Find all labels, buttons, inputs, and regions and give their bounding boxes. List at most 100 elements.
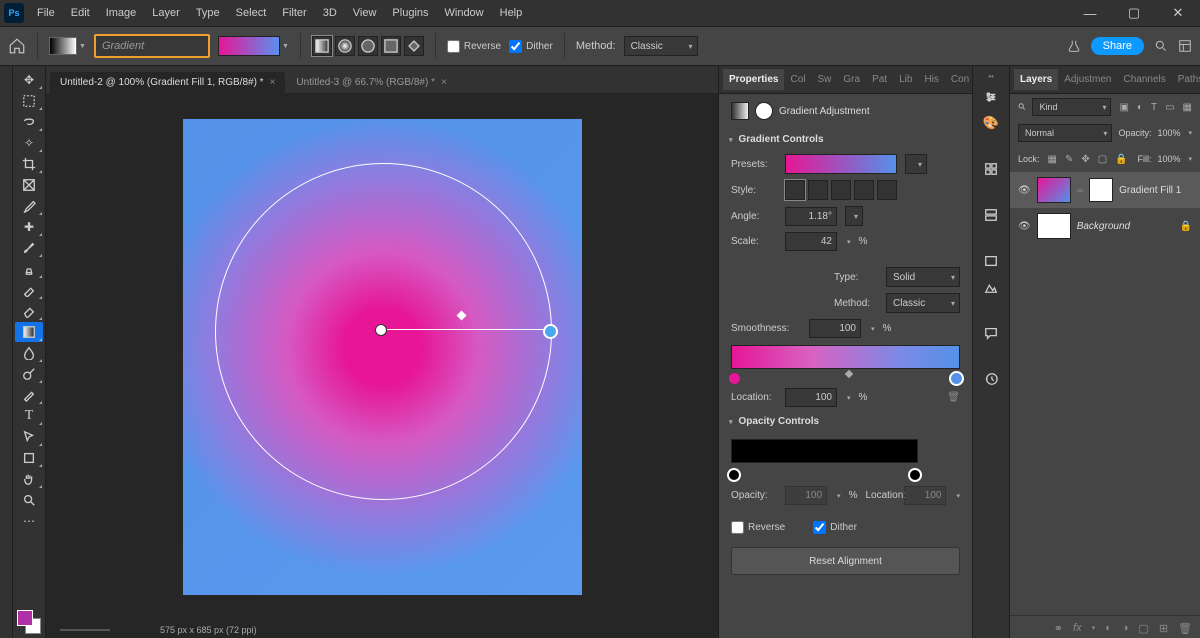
crop-tool[interactable] xyxy=(15,154,43,174)
fill-value[interactable]: 100% xyxy=(1157,154,1180,164)
path-select-tool[interactable] xyxy=(15,427,43,447)
linear-gradient-button[interactable] xyxy=(312,36,332,56)
properties-tab[interactable]: Properties xyxy=(723,69,784,90)
lock-position-icon[interactable]: ✥ xyxy=(1081,154,1089,165)
reflected-gradient-button[interactable] xyxy=(381,36,401,56)
filter-smart-icon[interactable]: ▦ xyxy=(1183,102,1192,113)
gradient-tool[interactable] xyxy=(15,322,43,342)
reset-alignment-button[interactable]: Reset Alignment xyxy=(731,547,960,575)
layer-thumbnail[interactable] xyxy=(1037,213,1071,239)
zoom-tool[interactable] xyxy=(15,490,43,510)
close-button[interactable]: ✕ xyxy=(1156,0,1200,26)
marquee-tool[interactable] xyxy=(15,91,43,111)
gradient-bar[interactable] xyxy=(731,345,960,369)
new-layer-icon[interactable]: ⊞ xyxy=(1159,622,1168,635)
reverse2-checkbox[interactable]: Reverse xyxy=(731,521,785,534)
canvas[interactable] xyxy=(183,119,582,595)
method2-select[interactable]: Classic xyxy=(886,293,960,313)
gradient-editor[interactable] xyxy=(731,345,960,373)
beaker-icon[interactable] xyxy=(1067,39,1081,53)
close-tab-icon[interactable]: × xyxy=(270,77,276,88)
color-wheel-icon[interactable]: 🎨 xyxy=(979,113,1003,133)
swatches-grid-icon[interactable] xyxy=(979,159,1003,179)
frame-tool[interactable] xyxy=(15,175,43,195)
hand-tool[interactable] xyxy=(15,469,43,489)
menu-help[interactable]: Help xyxy=(493,3,530,23)
lasso-tool[interactable] xyxy=(15,112,43,132)
menu-layer[interactable]: Layer xyxy=(145,3,187,23)
filter-adjust-icon[interactable]: ◐ xyxy=(1137,102,1143,113)
layer-name[interactable]: Gradient Fill 1 xyxy=(1119,185,1181,196)
menu-window[interactable]: Window xyxy=(438,3,491,23)
canvas-area[interactable] xyxy=(46,93,718,620)
handle-icon[interactable]: •• xyxy=(988,72,994,81)
document-tab[interactable]: Untitled-3 @ 66.7% (RGB/8#) *× xyxy=(286,72,456,93)
method-select[interactable]: Classic xyxy=(624,36,698,56)
menu-select[interactable]: Select xyxy=(229,3,274,23)
dodge-tool[interactable] xyxy=(15,364,43,384)
gradient-preset-input[interactable]: Gradient xyxy=(94,34,210,58)
comments-icon[interactable] xyxy=(979,323,1003,343)
layer-row[interactable]: 👁 ∞ Gradient Fill 1 xyxy=(1010,172,1200,208)
color-tab[interactable]: Col xyxy=(784,69,811,90)
filter-pixel-icon[interactable]: ▣ xyxy=(1119,102,1128,113)
trash-icon[interactable]: 🗑 xyxy=(947,392,960,403)
gradient-axis-line[interactable] xyxy=(380,329,550,330)
radial-style-button[interactable] xyxy=(808,180,828,200)
lock-paint-icon[interactable]: ✎ xyxy=(1065,154,1073,165)
left-tab-well[interactable] xyxy=(0,66,13,638)
reverse-checkbox[interactable]: Reverse xyxy=(447,40,501,53)
gradient-start-handle[interactable] xyxy=(375,324,387,336)
group-icon[interactable]: ▢ xyxy=(1138,622,1148,635)
workspace-icon[interactable] xyxy=(1178,39,1192,53)
trash-icon[interactable]: 🗑 xyxy=(1178,622,1192,635)
menu-type[interactable]: Type xyxy=(189,3,227,23)
gradient-swatch-dropdown[interactable]: ▼ xyxy=(49,37,86,55)
layer-row[interactable]: 👁 Background 🔒 xyxy=(1010,208,1200,244)
lock-all-icon[interactable]: 🔒 xyxy=(1115,154,1127,165)
diamond-style-button[interactable] xyxy=(877,180,897,200)
menu-filter[interactable]: Filter xyxy=(275,3,313,23)
menu-edit[interactable]: Edit xyxy=(64,3,97,23)
libraries-tab[interactable]: Lib xyxy=(893,69,918,90)
patterns-tab[interactable]: Pat xyxy=(866,69,893,90)
gradient-preview-dropdown[interactable]: ▼ xyxy=(218,36,289,56)
gradients-panel-icon[interactable] xyxy=(979,205,1003,225)
comments-tab[interactable]: Con xyxy=(945,69,975,90)
layer-mask-thumbnail[interactable] xyxy=(1089,178,1113,202)
foreground-color-swatch[interactable] xyxy=(17,610,33,626)
gradients-tab[interactable]: Gra xyxy=(837,69,866,90)
home-icon[interactable] xyxy=(8,37,26,55)
opacity-value[interactable]: 100% xyxy=(1157,128,1180,138)
filter-kind-select[interactable]: Kind xyxy=(1032,98,1111,116)
menu-view[interactable]: View xyxy=(346,3,384,23)
smoothness-input[interactable]: 100 xyxy=(809,319,861,338)
gradient-end-handle[interactable] xyxy=(543,324,558,339)
preset-preview[interactable] xyxy=(785,154,897,174)
healing-tool[interactable]: ✚ xyxy=(15,217,43,237)
channels-tab[interactable]: Channels xyxy=(1118,69,1172,90)
radial-gradient-button[interactable] xyxy=(335,36,355,56)
magic-wand-tool[interactable]: ✧ xyxy=(15,133,43,153)
dither-checkbox[interactable]: Dither xyxy=(509,40,553,53)
link-layers-icon[interactable]: ⚭ xyxy=(1054,622,1063,635)
location-input[interactable]: 100 xyxy=(785,388,837,407)
adjustment-layer-icon[interactable]: ◑ xyxy=(1122,622,1129,634)
adjustments-tab[interactable]: Adjustmen xyxy=(1058,69,1117,90)
history-brush-tool[interactable] xyxy=(15,280,43,300)
type-select[interactable]: Solid xyxy=(886,267,960,287)
color-stop-start[interactable] xyxy=(727,371,742,386)
zoom-slider[interactable] xyxy=(60,629,110,631)
stamp-tool[interactable] xyxy=(15,259,43,279)
lock-transparency-icon[interactable]: ▦ xyxy=(1048,154,1057,165)
preset-dropdown-icon[interactable] xyxy=(905,154,927,174)
opacity-controls-section[interactable]: Opacity Controls xyxy=(719,410,972,433)
menu-file[interactable]: File xyxy=(30,3,62,23)
dither2-checkbox[interactable]: Dither xyxy=(813,521,859,534)
angle-style-button[interactable] xyxy=(831,180,851,200)
document-tab[interactable]: Untitled-2 @ 100% (Gradient Fill 1, RGB/… xyxy=(50,72,285,93)
opacity-bar[interactable] xyxy=(731,439,918,463)
eraser-tool[interactable] xyxy=(15,301,43,321)
blur-tool[interactable] xyxy=(15,343,43,363)
lock-artboard-icon[interactable]: ▢ xyxy=(1098,154,1107,165)
